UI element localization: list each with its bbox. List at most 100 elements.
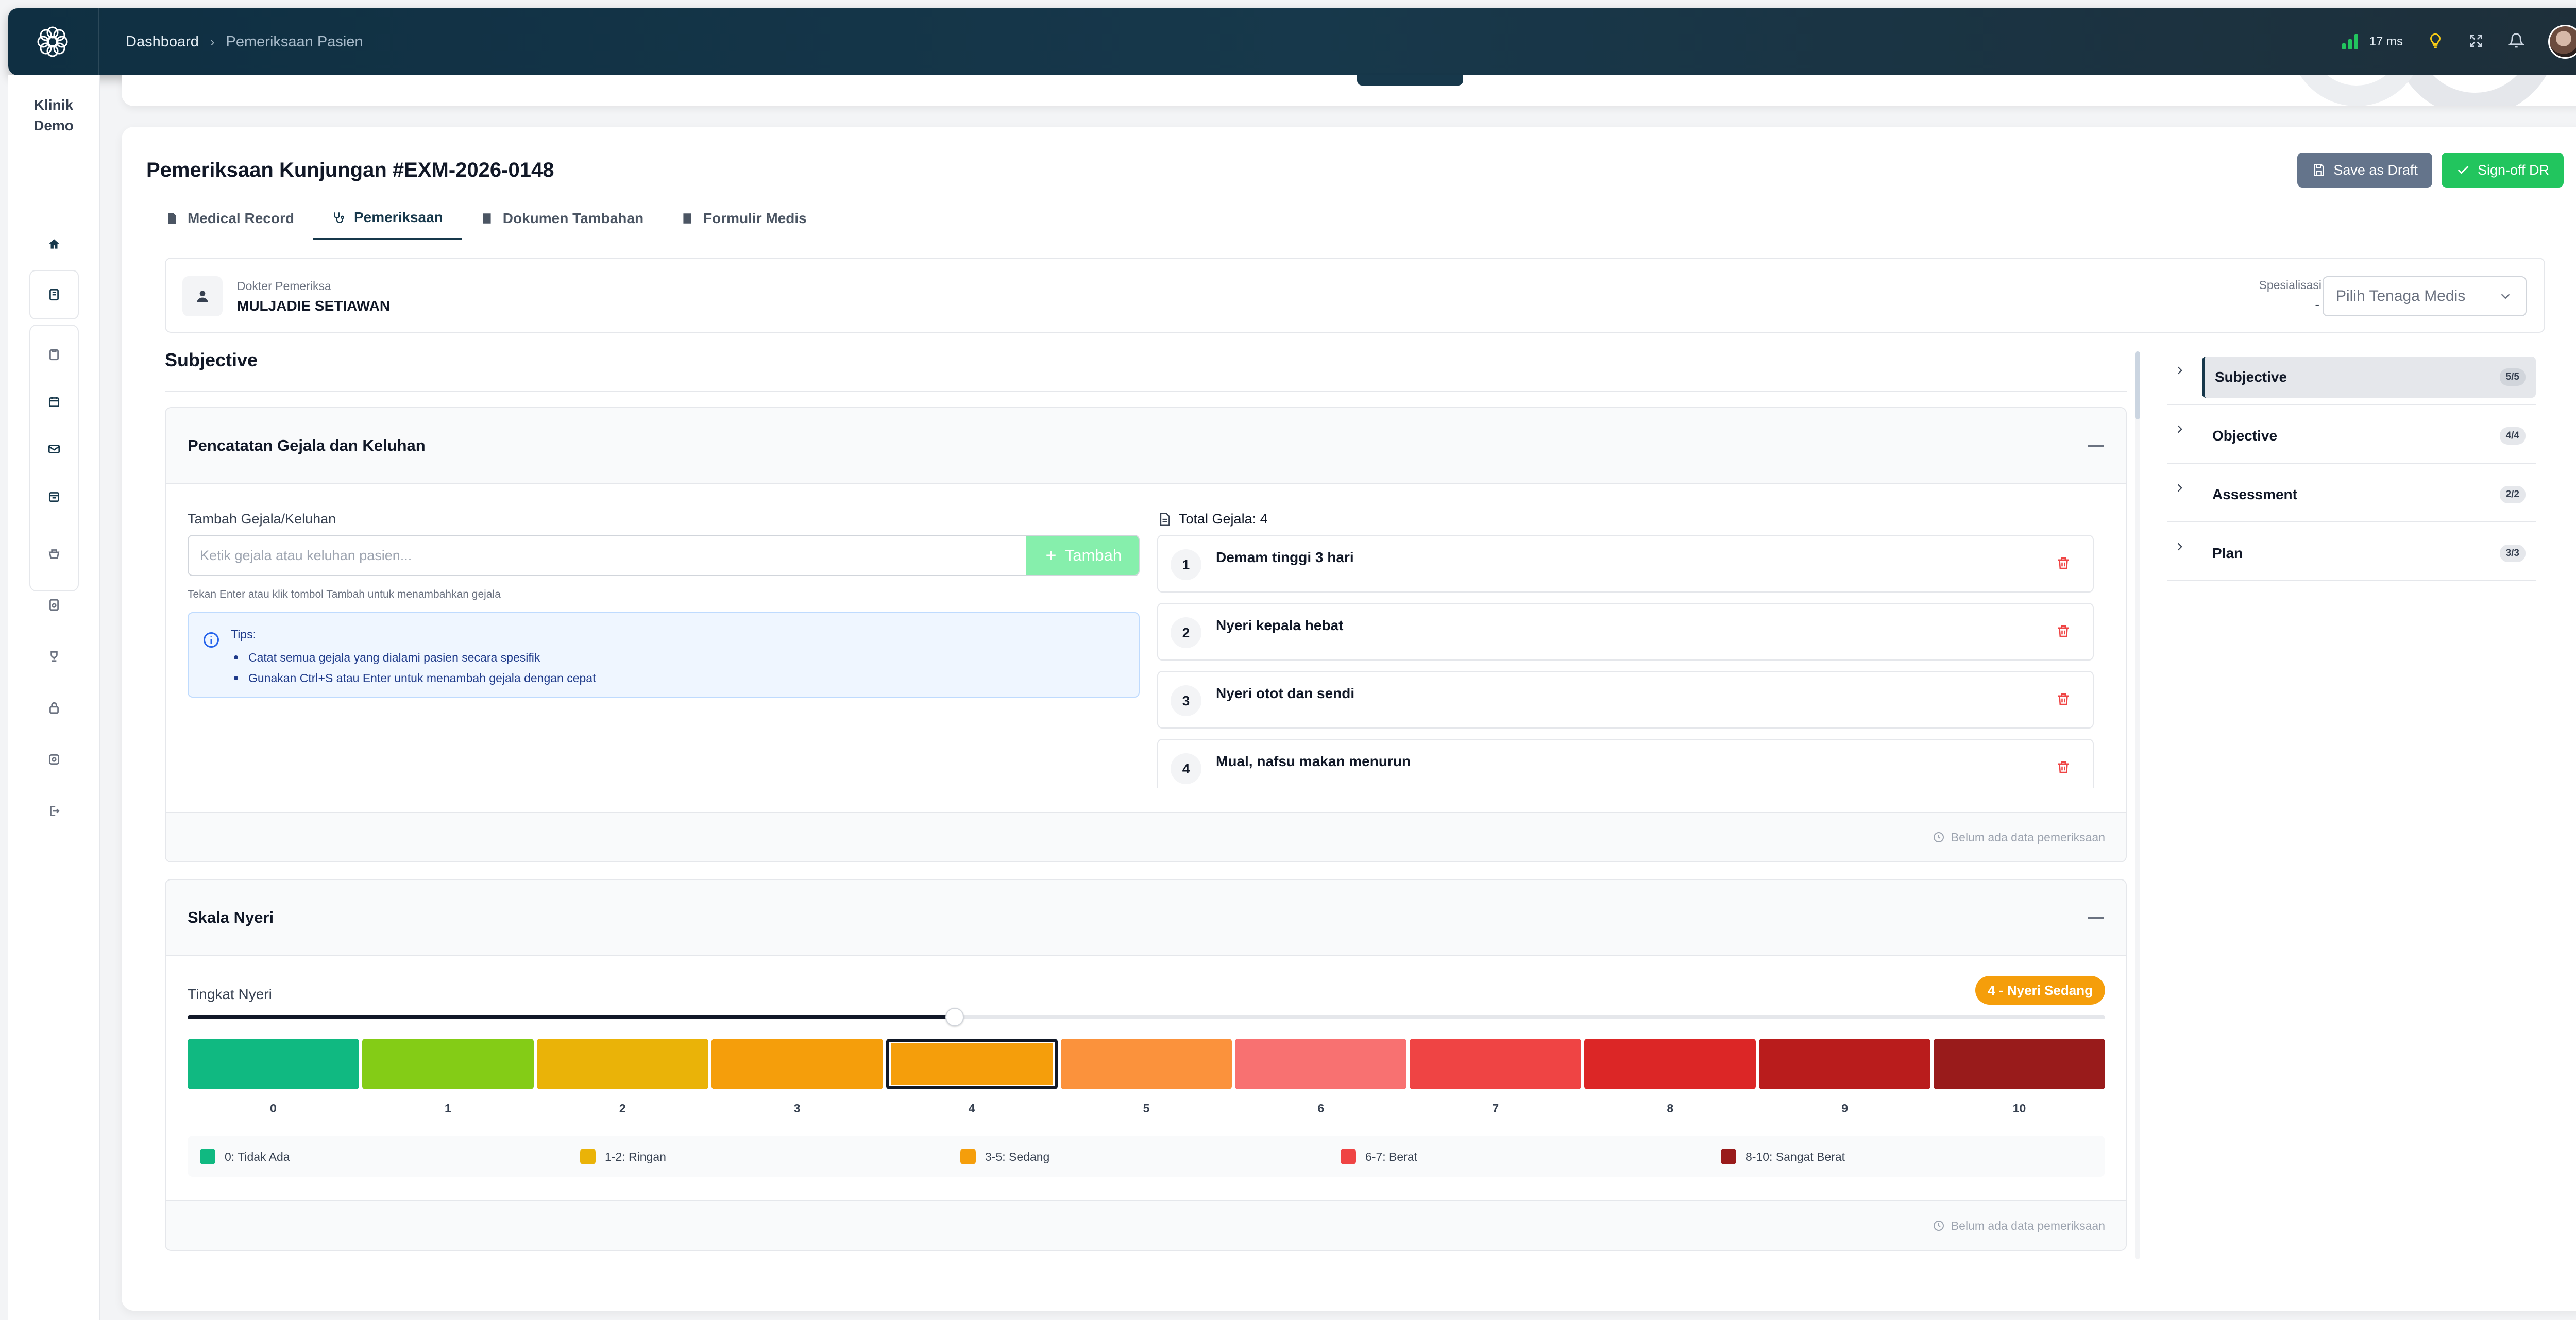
collapse-icon[interactable] xyxy=(2088,917,2104,919)
pharmacy-icon[interactable] xyxy=(39,538,70,569)
info-icon xyxy=(202,631,221,652)
pain-level-1[interactable] xyxy=(362,1039,534,1089)
tab-medical-record[interactable]: Medical Record xyxy=(146,197,313,240)
tab-formulir-medis[interactable]: Formulir Medis xyxy=(662,197,825,240)
section-divider xyxy=(165,391,2127,392)
schedule-icon[interactable] xyxy=(39,481,70,512)
settings-icon[interactable] xyxy=(39,744,70,775)
file-icon xyxy=(168,213,176,224)
theme-toggle-icon[interactable] xyxy=(2427,32,2444,52)
pain-level-number: 2 xyxy=(619,1102,626,1115)
content-scrollbar[interactable] xyxy=(2135,351,2140,1259)
pain-level-number: 6 xyxy=(1317,1102,1325,1115)
pain-level-number: 10 xyxy=(2012,1102,2026,1115)
calendar-icon[interactable] xyxy=(39,386,70,417)
symptom-item: 1 Demam tinggi 3 hari xyxy=(1157,535,2094,593)
soap-nav-assessment[interactable]: Assessment 2/2 xyxy=(2167,464,2536,522)
soap-nav-label: Subjective xyxy=(2215,369,2287,385)
trash-icon[interactable] xyxy=(2056,623,2071,641)
save-icon xyxy=(2314,164,2324,176)
logout-icon[interactable] xyxy=(39,796,70,826)
trophy-icon[interactable] xyxy=(39,641,70,672)
legend-item: 1-2: Ringan xyxy=(580,1149,666,1164)
pain-level-10[interactable] xyxy=(1934,1039,2105,1089)
symptom-number: 4 xyxy=(1171,753,1201,784)
clinic-logo-icon[interactable] xyxy=(33,22,72,61)
save-draft-button[interactable]: Save as Draft xyxy=(2297,153,2432,188)
soap-nav-label: Objective xyxy=(2212,428,2278,444)
legend-label: 3-5: Sedang xyxy=(985,1149,1050,1163)
pain-level-7[interactable] xyxy=(1410,1039,1582,1089)
pain-level-9[interactable] xyxy=(1759,1039,1931,1089)
pain-level-number: 4 xyxy=(968,1102,975,1115)
document-icon xyxy=(1160,512,1170,526)
pain-slider[interactable] xyxy=(188,1008,2105,1026)
tab-dokumen-tambahan[interactable]: Dokumen Tambahan xyxy=(462,197,662,240)
soap-nav-plan[interactable]: Plan 3/3 xyxy=(2167,522,2536,581)
fullscreen-icon[interactable] xyxy=(2468,32,2484,52)
page-title: Pemeriksaan Kunjungan #EXM-2026-0148 xyxy=(146,159,554,181)
trash-icon[interactable] xyxy=(2056,555,2071,573)
trash-icon[interactable] xyxy=(2056,759,2071,777)
pain-level-6[interactable] xyxy=(1235,1039,1407,1089)
breadcrumb-dashboard[interactable]: Dashboard xyxy=(126,33,199,50)
symptom-input[interactable] xyxy=(189,536,1026,575)
legend-swatch xyxy=(580,1149,596,1164)
left-sidebar: Klinik Demo xyxy=(8,75,100,1320)
tips-box: Tips: Catat semua gejala yang dialami pa… xyxy=(188,612,1140,698)
signoff-button[interactable]: Sign-off DR xyxy=(2441,153,2564,188)
slider-handle[interactable] xyxy=(945,1008,964,1026)
symptom-number: 2 xyxy=(1171,617,1201,648)
header-card-button[interactable] xyxy=(1357,75,1463,86)
trash-icon[interactable] xyxy=(2056,691,2071,709)
legend-label: 6-7: Berat xyxy=(1365,1149,1417,1163)
symptom-item: 4 Mual, nafsu makan menurun xyxy=(1157,739,2094,788)
top-bar: Dashboard › Pemeriksaan Pasien 17 ms xyxy=(8,8,2576,75)
pain-level-5[interactable] xyxy=(1060,1039,1232,1089)
pain-level-8[interactable] xyxy=(1584,1039,1756,1089)
soap-nav-count: 4/4 xyxy=(2499,427,2526,445)
input-hint: Tekan Enter atau klik tombol Tambah untu… xyxy=(188,588,501,600)
doctor-info-box: Dokter Pemeriksa MULJADIE SETIAWAN Spesi… xyxy=(165,258,2545,333)
breadcrumb-current: Pemeriksaan Pasien xyxy=(226,33,363,50)
notification-bell-icon[interactable] xyxy=(2507,32,2525,52)
pain-level-4[interactable] xyxy=(886,1039,1058,1089)
pain-level-0[interactable] xyxy=(188,1039,359,1089)
pain-level-number: 9 xyxy=(1841,1102,1849,1115)
soap-nav-count: 3/3 xyxy=(2499,545,2526,562)
symptom-number: 1 xyxy=(1171,549,1201,580)
pain-level-number: 0 xyxy=(270,1102,277,1115)
doctor-icon xyxy=(182,276,223,316)
message-icon[interactable] xyxy=(39,434,70,465)
symptom-text: Mual, nafsu makan menurun xyxy=(1216,753,1411,769)
pain-level-3[interactable] xyxy=(711,1039,883,1089)
medical-staff-select[interactable]: Pilih Tenaga Medis xyxy=(2323,276,2527,316)
chevron-right-icon xyxy=(2177,484,2182,492)
legend-swatch xyxy=(1721,1149,1736,1164)
tips-title: Tips: xyxy=(231,628,256,641)
add-button-label: Tambah xyxy=(1064,546,1122,564)
breadcrumb: Dashboard › Pemeriksaan Pasien xyxy=(126,33,363,50)
pain-panel-header[interactable]: Skala Nyeri xyxy=(166,880,2126,956)
collapse-icon[interactable] xyxy=(2088,445,2104,447)
doctor-name: MULJADIE SETIAWAN xyxy=(237,298,391,314)
home-icon[interactable] xyxy=(39,229,70,260)
total-symptoms: Total Gejala: 4 xyxy=(1157,511,1268,527)
soap-nav-subjective[interactable]: Subjective 5/5 xyxy=(2167,346,2536,405)
soap-nav-objective[interactable]: Objective 4/4 xyxy=(2167,405,2536,464)
latency-text: 17 ms xyxy=(2369,35,2403,48)
legend-label: 1-2: Ringan xyxy=(605,1149,666,1163)
document-icon[interactable] xyxy=(29,270,79,319)
symptom-input-group: Tambah xyxy=(188,535,1140,576)
pain-level-2[interactable] xyxy=(536,1039,708,1089)
tab-pemeriksaan[interactable]: Pemeriksaan xyxy=(312,197,462,240)
add-symptom-label: Tambah Gejala/Keluhan xyxy=(188,511,336,527)
clipboard-icon[interactable] xyxy=(39,339,70,370)
symptoms-panel-header[interactable]: Pencatatan Gejala dan Keluhan xyxy=(166,408,2126,484)
user-avatar[interactable] xyxy=(2548,25,2576,59)
report-icon[interactable] xyxy=(39,589,70,620)
doctor-caption: Dokter Pemeriksa xyxy=(237,279,331,293)
add-symptom-button[interactable]: Tambah xyxy=(1026,536,1139,575)
scrollbar-thumb[interactable] xyxy=(2135,351,2140,419)
lock-icon[interactable] xyxy=(39,692,70,723)
